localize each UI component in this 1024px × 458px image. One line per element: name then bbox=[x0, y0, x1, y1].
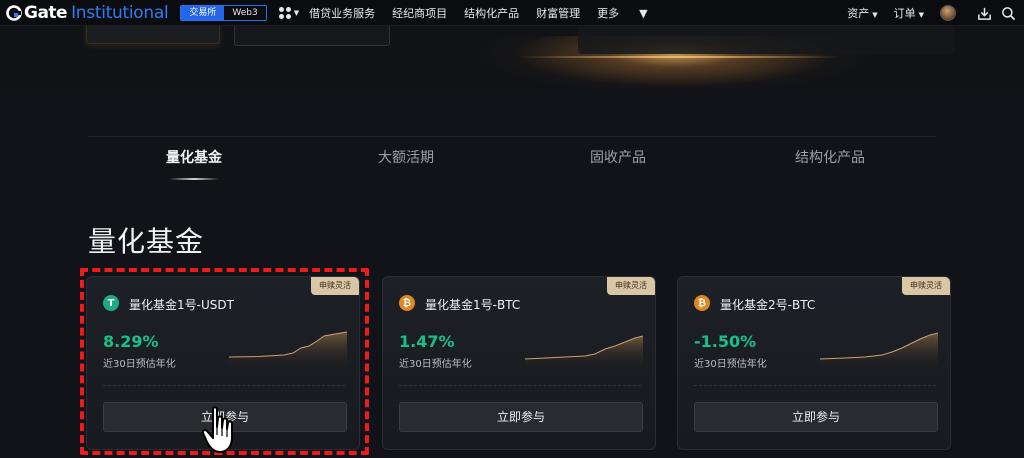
trend-sparkline bbox=[820, 332, 938, 367]
gate-institutional-logo[interactable]: Gate Institutional bbox=[6, 0, 169, 26]
tab-label: 大额活期 bbox=[378, 150, 434, 166]
nav-link-more-label: 更多 bbox=[597, 6, 620, 20]
join-now-button[interactable]: 立即参与 bbox=[103, 402, 347, 432]
card-divider bbox=[694, 385, 936, 386]
flexible-redemption-badge: 申赎灵活 bbox=[607, 277, 655, 295]
exchange-web3-switch[interactable]: 交易所 Web3 bbox=[180, 4, 267, 21]
chevron-down-icon: ▼ bbox=[293, 8, 300, 17]
orders-label: 订单 bbox=[893, 7, 916, 20]
section-title: 量化基金 bbox=[88, 225, 205, 258]
product-name: 量化基金1号-BTC bbox=[425, 298, 521, 312]
banner-glow-line bbox=[520, 56, 840, 58]
chevron-down-icon: ▼ bbox=[918, 11, 924, 19]
apps-grid-icon bbox=[278, 6, 291, 19]
chevron-down-icon: ▼ bbox=[872, 11, 878, 19]
btc-icon: ₿ bbox=[399, 295, 415, 311]
nav-link-broker[interactable]: 经纪商项目 bbox=[392, 5, 447, 21]
annualized-rate: 8.29% bbox=[103, 332, 159, 351]
search-icon[interactable] bbox=[1000, 5, 1016, 21]
product-category-tabs: 量化基金 大额活期 固收产品 结构化产品 bbox=[88, 136, 936, 180]
switch-exchange[interactable]: 交易所 bbox=[181, 5, 225, 20]
product-name: 量化基金1号-USDT bbox=[129, 298, 234, 312]
tab-structured-products[interactable]: 结构化产品 bbox=[724, 137, 936, 180]
btc-icon: ₿ bbox=[694, 295, 710, 311]
nav-right-group: 资产 ▼ 订单 ▼ bbox=[847, 0, 1024, 26]
annualized-rate-label: 近30日预估年化 bbox=[399, 359, 472, 370]
card-divider bbox=[103, 385, 345, 386]
flexible-redemption-badge: 申赎灵活 bbox=[311, 277, 359, 295]
hero-banner bbox=[0, 26, 1024, 88]
apps-menu-button[interactable]: ▼ bbox=[278, 6, 300, 19]
chevron-down-icon: ▼ bbox=[639, 6, 648, 20]
tab-large-flexible[interactable]: 大额活期 bbox=[300, 137, 512, 180]
nav-link-more[interactable]: 更多 ▼ bbox=[597, 5, 664, 21]
annualized-rate: 1.47% bbox=[399, 332, 455, 351]
assets-label: 资产 bbox=[847, 7, 870, 20]
logo-gate-text: Gate bbox=[24, 2, 68, 23]
switch-web3[interactable]: Web3 bbox=[224, 5, 266, 20]
nav-link-structured[interactable]: 结构化产品 bbox=[464, 5, 519, 21]
nav-link-lending[interactable]: 借贷业务服务 bbox=[309, 5, 375, 21]
join-now-button[interactable]: 立即参与 bbox=[399, 402, 643, 432]
banner-panel bbox=[578, 26, 954, 54]
tab-label: 固收产品 bbox=[590, 150, 646, 166]
annualized-rate-label: 近30日预估年化 bbox=[103, 359, 176, 370]
orders-menu[interactable]: 订单 ▼ bbox=[894, 5, 924, 21]
product-name: 量化基金2号-BTC bbox=[720, 298, 816, 312]
nav-link-wealth[interactable]: 财富管理 bbox=[536, 5, 580, 21]
trend-sparkline bbox=[525, 335, 643, 367]
flexible-redemption-badge: 申赎灵活 bbox=[902, 277, 950, 295]
tab-fixed-income[interactable]: 固收产品 bbox=[512, 137, 724, 180]
join-now-button[interactable]: 立即参与 bbox=[694, 402, 938, 432]
card-divider bbox=[399, 385, 641, 386]
avatar[interactable] bbox=[940, 5, 956, 21]
tab-label: 量化基金 bbox=[166, 150, 222, 166]
logo-institutional-text: Institutional bbox=[71, 2, 169, 23]
active-tab-indicator bbox=[169, 178, 219, 180]
assets-menu[interactable]: 资产 ▼ bbox=[847, 5, 877, 21]
product-card-usdt: 申赎灵活 T 量化基金1号-USDT 8.29% 近30日预估年化 立即参与 bbox=[86, 276, 360, 450]
main-nav-links: 借贷业务服务 经纪商项目 结构化产品 财富管理 更多 ▼ bbox=[309, 5, 681, 21]
tab-quant-fund[interactable]: 量化基金 bbox=[88, 137, 300, 180]
tab-label: 结构化产品 bbox=[795, 150, 865, 166]
product-card-btc-1: 申赎灵活 ₿ 量化基金1号-BTC 1.47% 近30日预估年化 立即参与 bbox=[382, 276, 656, 450]
download-icon[interactable] bbox=[976, 5, 992, 21]
gate-logo-icon bbox=[6, 4, 22, 21]
top-navigation-bar: Gate Institutional 交易所 Web3 ▼ 借贷业务服务 经纪商… bbox=[0, 0, 1024, 26]
annualized-rate-label: 近30日预估年化 bbox=[694, 359, 767, 370]
banner-card bbox=[86, 26, 220, 44]
usdt-icon: T bbox=[103, 295, 119, 311]
trend-sparkline bbox=[229, 331, 347, 367]
annualized-rate: -1.50% bbox=[694, 332, 757, 351]
product-card-btc-2: 申赎灵活 ₿ 量化基金2号-BTC -1.50% 近30日预估年化 立即参与 bbox=[677, 276, 951, 450]
banner-card bbox=[234, 26, 390, 46]
